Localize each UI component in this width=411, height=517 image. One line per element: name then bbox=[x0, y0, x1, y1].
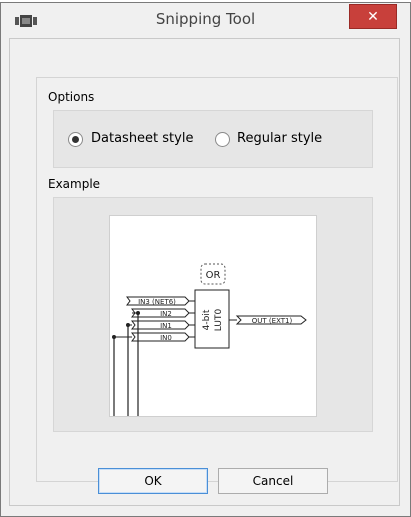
dialog-window: Snipping Tool ✕ Options Datasheet style … bbox=[0, 2, 411, 517]
close-button[interactable]: ✕ bbox=[349, 4, 397, 29]
radio-label-datasheet[interactable]: Datasheet style bbox=[91, 131, 193, 146]
output-label: OUT (EXT1) bbox=[252, 317, 293, 325]
lut-diagram: OR 4-bit LUT0 IN3 (NET6) IN2 IN1 IN0 OUT… bbox=[112, 263, 307, 416]
radio-datasheet-style[interactable] bbox=[68, 132, 83, 147]
options-label: Options bbox=[48, 90, 95, 104]
radio-label-regular[interactable]: Regular style bbox=[237, 131, 322, 146]
title-bar[interactable]: Snipping Tool ✕ bbox=[1, 3, 410, 37]
example-preview: OR 4-bit LUT0 IN3 (NET6) IN2 IN1 IN0 OUT… bbox=[109, 215, 317, 417]
radio-selected-dot bbox=[72, 136, 79, 143]
close-icon: ✕ bbox=[367, 9, 379, 25]
lut-label-name: LUT0 bbox=[214, 309, 224, 332]
or-badge-text: OR bbox=[206, 270, 221, 281]
input-in0-label: IN0 bbox=[160, 334, 172, 342]
radio-regular-style[interactable] bbox=[215, 132, 230, 147]
input-in3-label: IN3 (NET6) bbox=[138, 298, 176, 306]
input-in1-label: IN1 bbox=[160, 322, 172, 330]
input-in2-label: IN2 bbox=[160, 310, 172, 318]
cancel-button[interactable]: Cancel bbox=[218, 468, 328, 494]
options-panel: Datasheet style Regular style bbox=[53, 110, 373, 168]
example-label: Example bbox=[48, 177, 101, 191]
lut-label-bits: 4-bit bbox=[202, 309, 212, 330]
ok-button[interactable]: OK bbox=[98, 468, 208, 494]
